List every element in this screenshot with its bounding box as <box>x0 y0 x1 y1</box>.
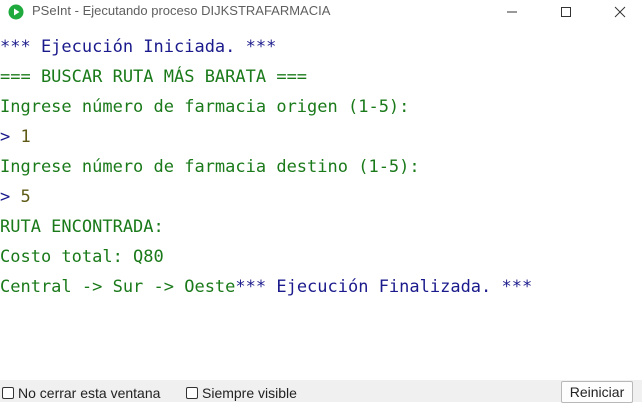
maximize-icon <box>561 7 571 17</box>
input-value: 1 <box>20 127 31 147</box>
console-line-text: Ingrese número de farmacia destino (1-5)… <box>0 157 420 177</box>
console-output[interactable]: *** Ejecución Iniciada. *** === BUSCAR R… <box>0 30 642 378</box>
keep-open-checkbox[interactable]: No cerrar esta ventana <box>2 385 160 401</box>
console-line-text: Costo total: Q80 <box>0 247 164 267</box>
window-title: PSeInt - Ejecutando proceso DIJKSTRAFARM… <box>32 3 331 18</box>
console-line-text: *** Ejecución Iniciada. *** <box>0 37 277 57</box>
checkbox-icon[interactable] <box>2 387 14 399</box>
title-bar[interactable]: PSeInt - Ejecutando proceso DIJKSTRAFARM… <box>0 0 642 24</box>
input-prompt: > <box>0 187 21 207</box>
console-line: Costo total: Q80 <box>0 242 164 272</box>
close-icon <box>614 6 626 18</box>
console-line: RUTA ENCONTRADA: <box>0 212 164 242</box>
console-line: === BUSCAR RUTA MÁS BARATA === <box>0 62 307 92</box>
console-line-text: === BUSCAR RUTA MÁS BARATA === <box>0 67 308 87</box>
console-line-text: RUTA ENCONTRADA: <box>0 217 164 237</box>
console-line-text: Central -> Sur -> Oeste <box>0 277 236 297</box>
console-line: Central -> Sur -> Oeste*** Ejecución Fin… <box>0 272 532 302</box>
execution-finished-text: *** Ejecución Finalizada. *** <box>235 277 533 297</box>
console-line: *** Ejecución Iniciada. *** <box>0 32 276 62</box>
input-prompt: > <box>0 127 21 147</box>
console-line-text: Ingrese número de farmacia origen (1-5): <box>0 97 410 117</box>
always-visible-checkbox[interactable]: Siempre visible <box>186 385 297 401</box>
console-line: Ingrese número de farmacia destino (1-5)… <box>0 152 420 182</box>
minimize-icon <box>507 11 517 13</box>
minimize-button[interactable] <box>490 0 534 24</box>
always-visible-label: Siempre visible <box>202 385 297 401</box>
close-button[interactable] <box>598 0 642 24</box>
console-input-line: > 5 <box>0 182 31 212</box>
maximize-button[interactable] <box>544 0 588 24</box>
pseint-play-icon <box>8 4 24 20</box>
status-bar: No cerrar esta ventana Siempre visible R… <box>0 380 642 403</box>
console-input-line: > 1 <box>0 122 31 152</box>
checkbox-icon[interactable] <box>186 387 198 399</box>
console-line: Ingrese número de farmacia origen (1-5): <box>0 92 409 122</box>
input-value: 5 <box>20 187 31 207</box>
restart-button[interactable]: Reiniciar <box>561 381 633 403</box>
keep-open-label: No cerrar esta ventana <box>18 385 161 401</box>
